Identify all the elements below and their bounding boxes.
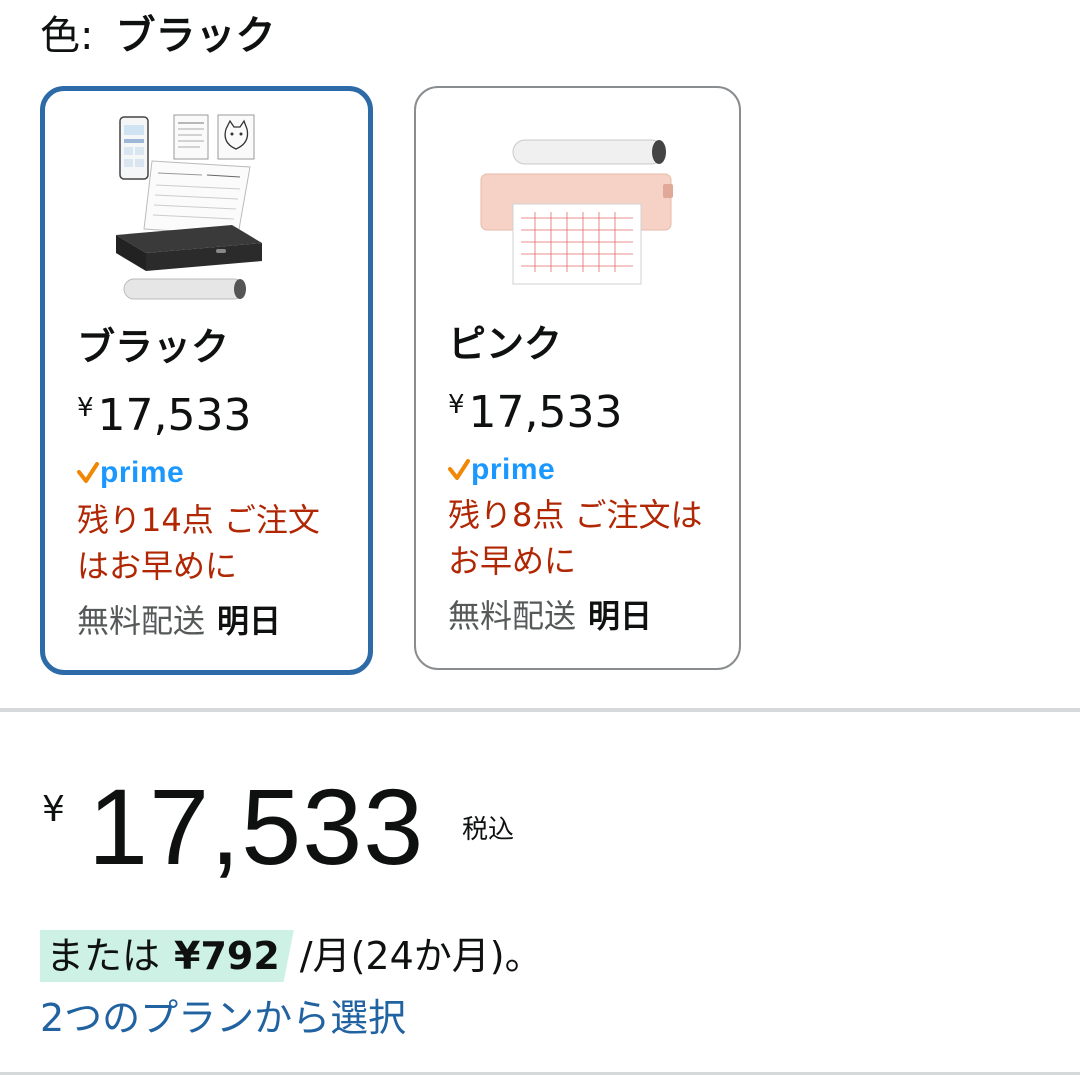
color-swatch-black[interactable]: ブラック ¥17,533 prime 残り14点 ご注文はお早めに 無料配送 明日	[40, 86, 373, 675]
shipping-info: 無料配送 明日	[448, 594, 652, 638]
installment-prefix: または	[46, 934, 161, 978]
prime-badge: prime	[77, 455, 184, 491]
tax-included-note: 税込	[462, 815, 515, 845]
swatch-price-amount: 17,533	[97, 390, 252, 441]
shipping-day: 明日	[588, 597, 653, 635]
color-selector-header: 色: ブラック	[40, 10, 275, 62]
yen-symbol: ¥	[448, 390, 465, 420]
prime-label: prime	[471, 453, 556, 486]
main-price-amount: 17,533	[88, 766, 425, 887]
swatch-price-amount: 17,533	[468, 387, 623, 438]
swatch-price: ¥17,533	[77, 381, 252, 443]
product-image-pink	[480, 139, 673, 285]
shipping-day: 明日	[217, 602, 282, 640]
installment-highlight: または ¥792	[40, 930, 294, 982]
prime-badge: prime	[448, 452, 555, 488]
swatch-color-name: ブラック	[77, 325, 230, 369]
swatch-color-name: ピンク	[448, 322, 563, 366]
shipping-label: 無料配送	[77, 602, 206, 640]
selected-color-value: ブラック	[115, 13, 276, 59]
stock-warning: 残り8点 ご注文はお早めに	[448, 496, 703, 580]
prime-check-icon	[77, 462, 99, 483]
installment-amount: ¥792	[174, 934, 280, 978]
shipping-label: 無料配送	[448, 597, 577, 635]
installment-suffix: /月(24か月)。	[299, 934, 543, 978]
color-label: 色:	[40, 13, 94, 59]
prime-check-icon	[448, 459, 470, 480]
section-divider	[0, 708, 1080, 712]
color-swatch-pink[interactable]: ピンク ¥17,533 prime 残り8点 ご注文はお早めに 無料配送 明日	[414, 86, 741, 670]
swatch-price: ¥17,533	[448, 378, 623, 440]
shipping-info: 無料配送 明日	[77, 599, 281, 643]
prime-label: prime	[100, 456, 185, 489]
yen-symbol: ¥	[77, 393, 94, 423]
main-price-symbol: ¥	[42, 789, 65, 830]
installment-offer: または ¥792/月(24か月)。	[40, 930, 543, 982]
choose-plan-link[interactable]: 2つのプランから選択	[40, 992, 406, 1044]
product-image-black	[115, 114, 262, 300]
stock-warning: 残り14点 ご注文はお早めに	[77, 501, 320, 585]
